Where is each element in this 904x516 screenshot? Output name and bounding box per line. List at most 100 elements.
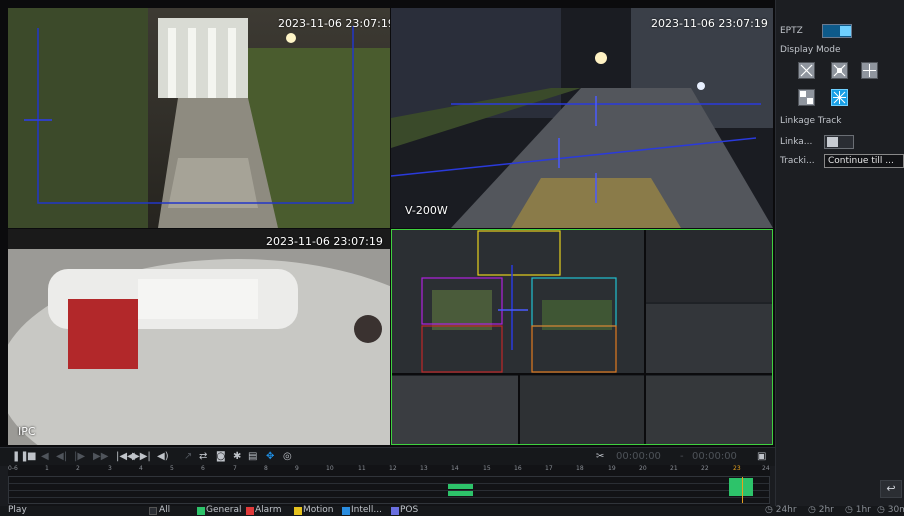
- video-tile-2[interactable]: 2023-11-06 23:07:19 V-200W: [391, 8, 773, 228]
- filter-label: General: [206, 505, 242, 515]
- filter-checkbox-motion[interactable]: [294, 507, 302, 515]
- zoom-label: 1hr: [855, 505, 871, 515]
- filter-checkbox-pos[interactable]: [391, 507, 399, 515]
- scissors-icon[interactable]: ✂: [596, 450, 604, 464]
- timeline-tick: 17: [545, 465, 553, 472]
- timeline-tick: 4: [139, 465, 143, 472]
- timeline-tick: 2: [76, 465, 80, 472]
- eptz-side-panel: EPTZ Display Mode Linkage Track Linka...…: [775, 0, 904, 516]
- tracking-label: Tracki...: [780, 156, 815, 166]
- timeline-tick: 14: [451, 465, 459, 472]
- timeline-tick: 20: [639, 465, 647, 472]
- stop-icon[interactable]: ■: [27, 450, 36, 464]
- mode-label: Play: [8, 505, 27, 515]
- sync-icon[interactable]: ↗: [184, 450, 192, 464]
- timeline-tick: 22: [701, 465, 709, 472]
- zoom-label: 24hr: [775, 505, 797, 515]
- clip-end-time[interactable]: 00:00:00: [692, 449, 737, 464]
- zoom-label: 30m: [887, 505, 904, 515]
- timeline-tick: 3: [108, 465, 112, 472]
- eptz-toggle[interactable]: [822, 24, 852, 38]
- filter-checkbox-general[interactable]: [197, 507, 205, 515]
- filter-checkbox-intelligent[interactable]: [342, 507, 350, 515]
- grid-icon: [833, 64, 846, 77]
- timeline-tick: 9: [295, 465, 299, 472]
- recording-segment: [729, 478, 753, 496]
- filter-label: Motion: [303, 505, 334, 515]
- display-mode-button-3[interactable]: [861, 62, 878, 79]
- display-mode-button-5[interactable]: [831, 89, 848, 106]
- timeline-tick: 15: [483, 465, 491, 472]
- timeline-tick: 0-6: [8, 465, 18, 472]
- timeline-tick: 16: [514, 465, 522, 472]
- grid-icon: [833, 91, 846, 104]
- display-mode-button-4[interactable]: [798, 89, 815, 106]
- filter-label: POS: [400, 505, 419, 515]
- timestamp-overlay: 2023-11-06 23:07:19: [278, 17, 390, 30]
- recording-segment: [448, 491, 473, 496]
- eptz-label: EPTZ: [780, 26, 803, 36]
- display-mode-button-2[interactable]: [831, 62, 848, 79]
- grid-icon: [863, 64, 876, 77]
- zoom-24hr-button[interactable]: ◷ 24hr: [765, 505, 797, 516]
- timestamp-overlay: 2023-11-06 23:07:19: [266, 235, 383, 248]
- filter-checkbox-alarm[interactable]: [246, 507, 254, 515]
- timeline-tick: 5: [170, 465, 174, 472]
- zoom-2hr-button[interactable]: ◷ 2hr: [808, 505, 834, 516]
- camera-image-ceiling: [8, 229, 390, 445]
- zoom-1hr-button[interactable]: ◷ 1hr: [845, 505, 871, 516]
- video-tile-3[interactable]: 2023-11-06 23:07:19 IPC: [8, 229, 390, 445]
- play-backward-icon[interactable]: ◀: [41, 450, 49, 464]
- smart-search-icon[interactable]: ◎: [283, 450, 292, 464]
- timeline-tick: 10: [326, 465, 334, 472]
- next-file-icon[interactable]: ▶▶|: [132, 450, 151, 464]
- clip-start-time[interactable]: 00:00:00: [616, 449, 661, 464]
- timeline-tick: 21: [670, 465, 678, 472]
- step-forward-icon[interactable]: |▶: [74, 450, 85, 464]
- linkage-track-label: Linkage Track: [780, 116, 842, 126]
- playhead[interactable]: [742, 477, 743, 503]
- tracking-mode-select[interactable]: Continue till ...: [824, 154, 904, 168]
- zoom-30m-button[interactable]: ◷ 30m: [877, 505, 904, 516]
- timeline-tick: 13: [420, 465, 428, 472]
- channel-name: V-200W: [405, 204, 448, 217]
- volume-icon[interactable]: ◀): [157, 450, 169, 464]
- grid-icon: [800, 91, 813, 104]
- filter-checkbox-all[interactable]: [149, 507, 157, 515]
- filter-label: Intell...: [351, 505, 383, 515]
- fast-forward-icon[interactable]: ▶▶: [93, 450, 108, 464]
- camera-image-walkway: [8, 8, 390, 228]
- time-separator: -: [680, 451, 684, 462]
- playback-controls: ❚❚ ■ ◀ ◀| |▶ ▶▶ |◀◀ ▶▶| ◀) ↗ ⇄ ◙ ✱ ▤ ✥ ◎…: [0, 447, 775, 466]
- timeline-tick: 7: [233, 465, 237, 472]
- timeline-tick: 24: [762, 465, 770, 472]
- return-icon: ↩: [886, 482, 896, 495]
- clip-icon[interactable]: ⇄: [199, 450, 207, 464]
- video-tile-4[interactable]: [391, 229, 773, 445]
- back-button[interactable]: ↩: [880, 480, 902, 498]
- timeline-tick: 6: [201, 465, 205, 472]
- filter-label: Alarm: [255, 505, 282, 515]
- save-icon[interactable]: ▣: [757, 450, 766, 464]
- step-back-icon[interactable]: ◀|: [56, 450, 67, 464]
- timeline-rows[interactable]: [8, 476, 770, 504]
- lock-file-icon[interactable]: ▤: [248, 450, 257, 464]
- linkage-toggle[interactable]: [824, 135, 854, 149]
- recording-segment: [448, 484, 473, 489]
- timeline-tick: 1: [45, 465, 49, 472]
- camera-image-cityscape-split: [392, 230, 772, 444]
- timeline-tick: 19: [608, 465, 616, 472]
- tag-icon[interactable]: ✱: [233, 450, 241, 464]
- eptz-icon[interactable]: ✥: [266, 450, 274, 464]
- video-grid[interactable]: 2023-11-06 23:07:19 2023-11-06 23:07:19 …: [0, 0, 775, 447]
- timeline-tick: 23: [733, 465, 741, 472]
- timeline-tick: 11: [358, 465, 366, 472]
- status-bar: Play All General Alarm Motion Intell... …: [0, 505, 904, 516]
- timeline-tick: 12: [389, 465, 397, 472]
- display-mode-button-1[interactable]: [798, 62, 815, 79]
- camera-image-road: [391, 8, 773, 228]
- timeline-tick: 8: [264, 465, 268, 472]
- timestamp-overlay: 2023-11-06 23:07:19: [651, 17, 768, 30]
- video-tile-1[interactable]: 2023-11-06 23:07:19: [8, 8, 390, 228]
- snapshot-icon[interactable]: ◙: [216, 450, 226, 464]
